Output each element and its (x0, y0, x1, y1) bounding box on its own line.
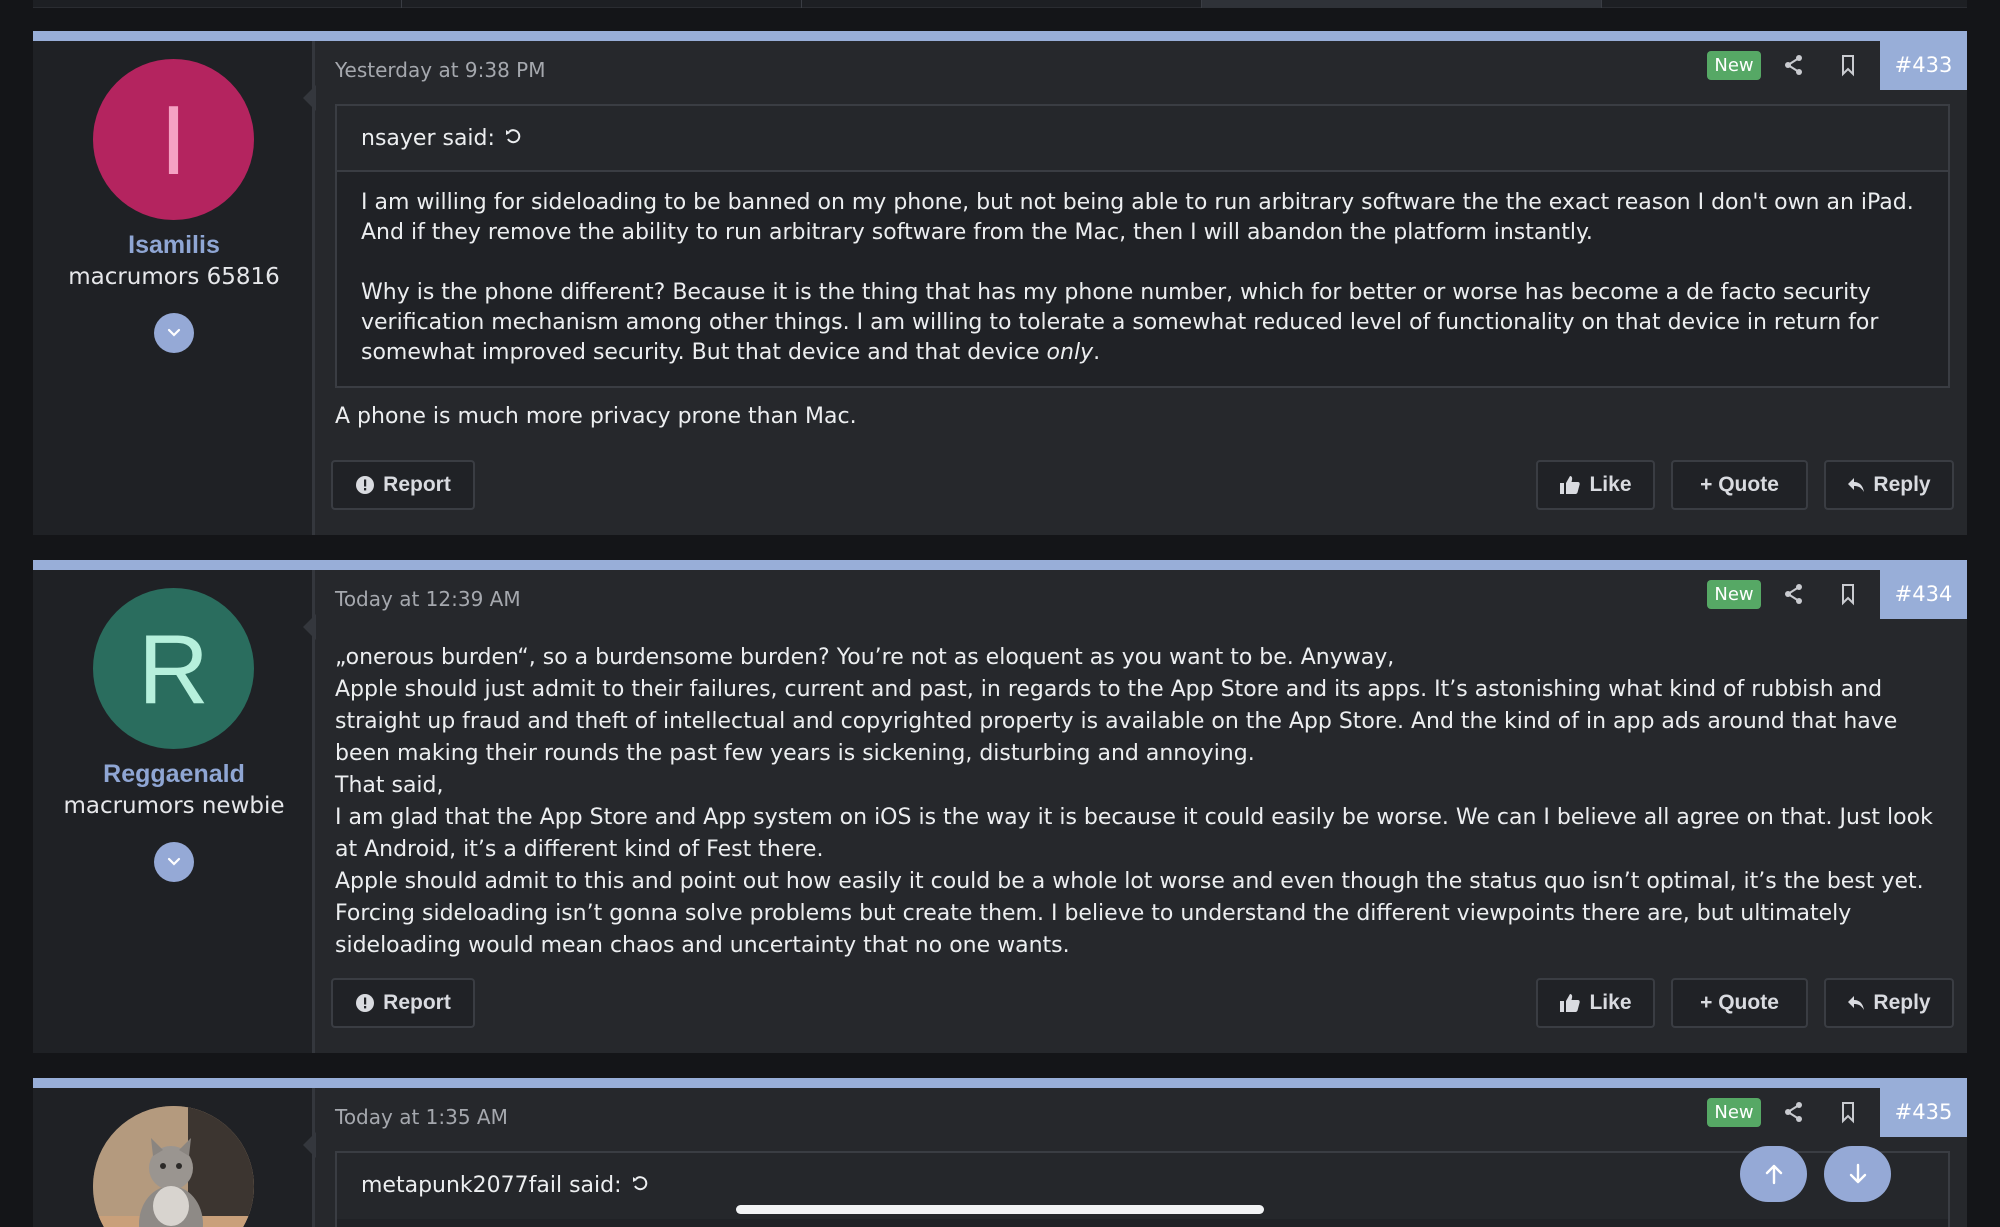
page-nav-segment[interactable] (33, 0, 402, 8)
cat-photo-avatar (93, 1106, 254, 1227)
new-badge: New (1707, 51, 1761, 80)
post-main: Yesterday at 9:38 PM New #433 nsayer sai… (318, 41, 1967, 535)
quote-paragraph: Why is the phone different? Because it i… (361, 278, 1924, 368)
quote-emphasis: only (1046, 340, 1094, 365)
chevron-down-icon (167, 857, 181, 866)
quote-block: nsayer said: I am willing for sideloadin… (335, 104, 1950, 388)
post-date[interactable]: Today at 1:35 AM (335, 1105, 508, 1129)
post-paragraph: That said, (335, 773, 444, 798)
like-button[interactable]: Like (1536, 460, 1655, 510)
quote-text: . (1093, 340, 1101, 365)
thread-page: I Isamilis macrumors 65816 Yesterday at … (0, 0, 2000, 1227)
post-number-link[interactable]: #433 (1880, 41, 1967, 90)
post-date[interactable]: Today at 12:39 AM (335, 587, 521, 611)
quote-body: I am willing for sideloading to be banne… (337, 172, 1948, 386)
post-body: A phone is much more privacy prone than … (335, 401, 1950, 433)
reply-button[interactable]: Reply (1824, 460, 1954, 510)
quote-label: + Quote (1700, 991, 1779, 1014)
home-indicator[interactable] (736, 1205, 1264, 1214)
report-label: Report (383, 991, 451, 1014)
avatar-letter: I (159, 84, 188, 195)
quote-text: Why is the phone different? Because it i… (361, 280, 1879, 365)
avatar[interactable]: I (93, 59, 254, 220)
post-pointer (303, 614, 316, 640)
report-button[interactable]: Report (331, 978, 475, 1028)
avatar[interactable] (93, 1106, 254, 1227)
user-title: macrumors 65816 (68, 264, 280, 290)
post-paragraph: A phone is much more privacy prone than … (335, 404, 857, 429)
exclamation-circle-icon (356, 994, 375, 1012)
post-main: Today at 12:39 AM New #434 „onerous burd… (318, 570, 1967, 1053)
quote-jump-icon[interactable] (503, 127, 523, 147)
bookmark-icon[interactable] (1835, 1099, 1861, 1125)
post-user-panel (33, 1088, 315, 1227)
page-nav-segment-active[interactable] (1202, 0, 1602, 8)
share-icon[interactable] (1781, 581, 1807, 607)
post-user-panel: I Isamilis macrumors 65816 (33, 41, 315, 535)
avatar-letter: R (138, 613, 209, 724)
reply-arrow-icon (1848, 478, 1865, 492)
post-number-link[interactable]: #435 (1880, 1088, 1967, 1137)
quote-button[interactable]: + Quote (1671, 460, 1808, 510)
user-title: macrumors newbie (63, 793, 285, 819)
post-tools: New #435 (1707, 1088, 1967, 1137)
like-label: Like (1589, 991, 1632, 1014)
post-paragraph: I am glad that the App Store and App sys… (335, 805, 1933, 862)
share-icon[interactable] (1781, 1099, 1807, 1125)
quote-button[interactable]: + Quote (1671, 978, 1808, 1028)
report-label: Report (383, 473, 451, 496)
page-nav-segment[interactable] (402, 0, 802, 8)
chevron-down-icon (167, 328, 181, 337)
scroll-to-top-button[interactable] (1740, 1146, 1807, 1202)
like-button[interactable]: Like (1536, 978, 1655, 1028)
post-user-panel: R Reggaenald macrumors newbie (33, 570, 315, 1053)
username[interactable]: Reggaenald (33, 760, 315, 789)
post-paragraph: Apple should admit to this and point out… (335, 869, 1924, 958)
quote-label: + Quote (1700, 473, 1779, 496)
reply-label: Reply (1873, 473, 1931, 496)
expand-user-info-button[interactable] (154, 842, 194, 882)
quote-block: metapunk2077fail said: (335, 1151, 1950, 1227)
quote-header[interactable]: nsayer said: (337, 106, 1948, 172)
post-tools: New #433 (1707, 41, 1967, 90)
bookmark-icon[interactable] (1835, 581, 1861, 607)
post-pointer (303, 85, 316, 111)
post-tools: New #434 (1707, 570, 1967, 619)
username[interactable]: Isamilis (33, 231, 315, 260)
like-label: Like (1589, 473, 1632, 496)
new-badge: New (1707, 1098, 1761, 1127)
scroll-to-bottom-button[interactable] (1824, 1146, 1891, 1202)
thumbs-up-icon (1560, 476, 1581, 494)
expand-user-info-button[interactable] (154, 313, 194, 353)
post-434: R Reggaenald macrumors newbie Today at 1… (33, 560, 1967, 1053)
thumbs-up-icon (1560, 994, 1581, 1012)
arrow-down-icon (1849, 1163, 1866, 1184)
share-icon[interactable] (1781, 52, 1807, 78)
bookmark-icon[interactable] (1835, 52, 1861, 78)
post-paragraph: Apple should just admit to their failure… (335, 677, 1898, 766)
arrow-up-icon (1765, 1164, 1782, 1185)
avatar[interactable]: R (93, 588, 254, 749)
post-date[interactable]: Yesterday at 9:38 PM (335, 58, 546, 82)
report-button[interactable]: Report (331, 460, 475, 510)
post-number-link[interactable]: #434 (1880, 570, 1967, 619)
reply-arrow-icon (1848, 996, 1865, 1010)
page-nav-strip (33, 0, 1967, 8)
page-nav-segment[interactable] (802, 0, 1202, 8)
exclamation-circle-icon (356, 476, 375, 494)
quote-author[interactable]: nsayer said: (361, 126, 495, 151)
quote-author[interactable]: metapunk2077fail said: (361, 1173, 622, 1198)
quote-paragraph: I am willing for sideloading to be banne… (361, 190, 1914, 245)
post-paragraph: „onerous burden“, so a burdensome burden… (335, 645, 1395, 670)
new-badge: New (1707, 580, 1761, 609)
quote-jump-icon[interactable] (630, 1174, 650, 1194)
reply-label: Reply (1873, 991, 1931, 1014)
post-433: I Isamilis macrumors 65816 Yesterday at … (33, 31, 1967, 535)
post-pointer (303, 1132, 316, 1158)
reply-button[interactable]: Reply (1824, 978, 1954, 1028)
post-body: „onerous burden“, so a burdensome burden… (335, 642, 1950, 962)
